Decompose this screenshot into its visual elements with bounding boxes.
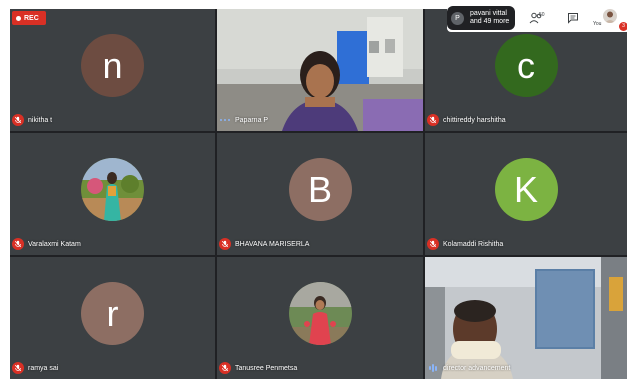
- more-options-icon: [219, 119, 231, 121]
- top-right-bar: P pavani vittal and 49 more 50 You 3: [447, 6, 627, 32]
- participants-summary: pavani vittal and 49 more: [470, 10, 509, 26]
- participant-name-row: BHAVANA MARISERLA: [219, 237, 309, 251]
- mic-off-icon: [12, 114, 24, 126]
- participant-avatar: [81, 158, 144, 221]
- chat-icon[interactable]: [567, 11, 579, 29]
- participant-tile[interactable]: Paparna P: [217, 9, 423, 131]
- participants-first-name: pavani vittal: [470, 10, 507, 17]
- participant-name: Tanusree Penmetsa: [235, 364, 298, 372]
- participant-name-row: nikitha t: [12, 113, 52, 127]
- participant-grid: n nikitha t Paparna P c chittireddy hars…: [10, 9, 627, 379]
- self-avatar[interactable]: [603, 9, 617, 23]
- recording-label: REC: [24, 14, 39, 22]
- participant-name: Varalaxmi Katam: [28, 240, 81, 248]
- participant-avatar: c: [494, 34, 558, 97]
- record-dot-icon: [16, 15, 21, 21]
- participant-name: ramya sai: [28, 364, 59, 372]
- participant-name: Paparna P: [235, 116, 269, 124]
- participant-tile[interactable]: n nikitha t: [10, 9, 215, 131]
- participant-name-row: Varalaxmi Katam: [12, 237, 81, 251]
- participant-name: Kolamaddi Rishitha: [443, 240, 504, 248]
- notification-badge: 3: [619, 22, 627, 31]
- recording-badge: REC: [12, 11, 46, 25]
- self-label: You: [593, 21, 602, 27]
- participant-tile[interactable]: Tanusree Penmetsa: [217, 257, 423, 379]
- participant-name-row: Kolamaddi Rishitha: [427, 237, 503, 251]
- meet-window: n nikitha t Paparna P c chittireddy hars…: [0, 0, 627, 379]
- participant-name-row: Paparna P: [219, 113, 268, 127]
- participant-name-row: director advancement: [427, 361, 510, 375]
- participant-avatar: r: [81, 282, 144, 345]
- participant-name: director advancement: [443, 364, 511, 372]
- participant-tile[interactable]: B BHAVANA MARISERLA: [217, 133, 423, 255]
- participants-chip[interactable]: P pavani vittal and 49 more: [447, 6, 515, 30]
- participant-avatar: P: [451, 11, 464, 25]
- participant-tile[interactable]: Varalaxmi Katam: [10, 133, 215, 255]
- participant-avatar: B: [288, 158, 352, 221]
- participant-avatar: [288, 282, 352, 345]
- mic-off-icon: [219, 238, 231, 250]
- mic-off-icon: [12, 238, 24, 250]
- participant-tile[interactable]: r ramya sai: [10, 257, 215, 379]
- participant-name: BHAVANA MARISERLA: [235, 240, 310, 248]
- participant-tile[interactable]: director advancement: [425, 257, 627, 379]
- participants-more: and 49 more: [470, 18, 510, 25]
- participant-name: chittireddy harshitha: [443, 116, 506, 124]
- speaking-indicator-icon: [427, 363, 439, 373]
- mic-off-icon: [427, 238, 439, 250]
- mic-off-icon: [427, 114, 439, 126]
- participant-name-row: chittireddy harshitha: [427, 113, 506, 127]
- participant-tile[interactable]: K Kolamaddi Rishitha: [425, 133, 627, 255]
- participant-name: nikitha t: [28, 116, 53, 124]
- mic-off-icon: [219, 362, 231, 374]
- mic-off-icon: [12, 362, 24, 374]
- participant-name-row: Tanusree Penmetsa: [219, 361, 297, 375]
- participant-avatar: n: [81, 34, 144, 97]
- participant-avatar: K: [494, 158, 558, 221]
- participant-name-row: ramya sai: [12, 361, 58, 375]
- people-count: 50: [539, 12, 545, 18]
